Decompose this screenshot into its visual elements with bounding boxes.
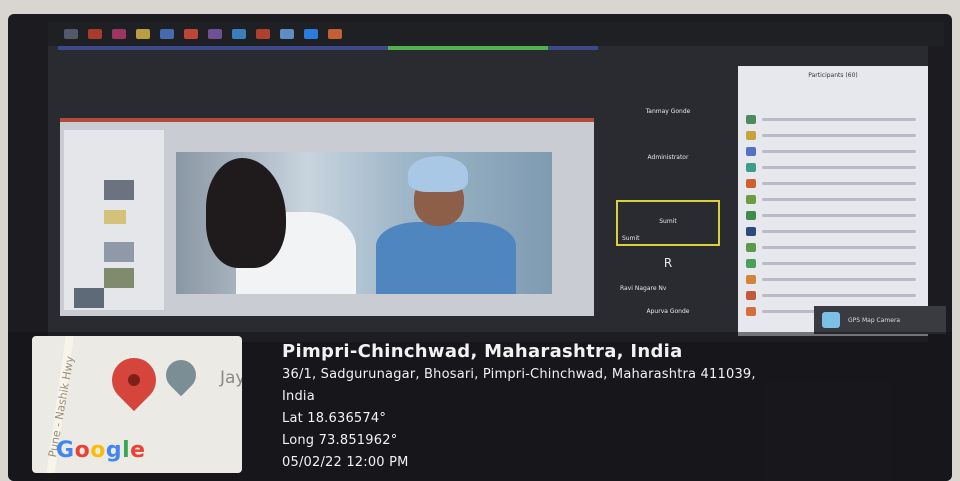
slide-image xyxy=(176,152,552,294)
map-thumbnail: Pune - Nashik Hwy Jay Google xyxy=(32,336,242,473)
tile-caption: Sumit xyxy=(622,235,640,242)
tile-participant-name: Apurva Gonde xyxy=(646,308,690,315)
participant-row[interactable] xyxy=(746,226,916,236)
gps-camera-icon xyxy=(822,312,840,328)
participant-name xyxy=(762,293,916,297)
participant-name xyxy=(762,277,916,281)
meeting-screen: Tanmay Gonde Administrator Sumit Sumit R… xyxy=(48,22,944,342)
app-icon[interactable] xyxy=(328,29,342,39)
avatar xyxy=(746,146,756,156)
slide-thumbnail[interactable] xyxy=(104,268,134,288)
participant-row[interactable] xyxy=(746,178,916,188)
place-marker-icon xyxy=(159,353,203,397)
video-gallery: Tanmay Gonde Administrator Sumit Sumit R… xyxy=(616,92,720,332)
participant-name xyxy=(762,213,916,217)
avatar xyxy=(746,178,756,188)
participants-panel: Participants (60) xyxy=(738,66,928,336)
avatar xyxy=(746,242,756,252)
participant-row[interactable] xyxy=(746,194,916,204)
participant-name xyxy=(762,149,916,153)
taskbar xyxy=(48,22,944,46)
tile-participant-name: Administrator xyxy=(647,154,689,161)
app-icon[interactable] xyxy=(208,29,222,39)
participant-row[interactable] xyxy=(746,274,916,284)
participant-row[interactable] xyxy=(746,258,916,268)
doctor-hair xyxy=(206,158,286,268)
app-icon[interactable] xyxy=(160,29,174,39)
participant-row[interactable] xyxy=(746,210,916,220)
avatar xyxy=(746,226,756,236)
tile-participant-name: Sumit xyxy=(659,218,677,225)
app-icon[interactable] xyxy=(184,29,198,39)
avatar xyxy=(746,210,756,220)
participant-row[interactable] xyxy=(746,290,916,300)
video-tile[interactable]: Administrator xyxy=(616,138,720,184)
slide-thumbnail[interactable] xyxy=(74,288,104,308)
slide-thumbnail[interactable] xyxy=(104,180,134,200)
sharing-indicator xyxy=(388,46,548,50)
slide-thumbnail[interactable] xyxy=(104,210,126,224)
video-tile[interactable]: Tanmay Gonde xyxy=(616,92,720,138)
avatar-initial: R xyxy=(663,256,673,270)
longitude: Long 73.851962° xyxy=(282,433,398,448)
avatar xyxy=(746,162,756,172)
slide-caption xyxy=(186,258,366,282)
latitude: Lat 18.636574° xyxy=(282,411,387,426)
address-country: India xyxy=(282,389,315,404)
gps-camera-label: GPS Map Camera xyxy=(848,316,901,324)
participants-title: Participants (60) xyxy=(808,72,858,79)
app-icon[interactable] xyxy=(280,29,294,39)
participant-row[interactable] xyxy=(746,146,916,156)
participant-row[interactable] xyxy=(746,242,916,252)
participant-name xyxy=(762,261,916,265)
avatar xyxy=(746,194,756,204)
shared-presentation xyxy=(60,118,594,316)
powerpoint-icon[interactable] xyxy=(256,29,270,39)
avatar xyxy=(746,130,756,140)
address-line: 36/1, Sadgurunagar, Bhosari, Pimpri-Chin… xyxy=(282,367,756,382)
slide-thumbnail[interactable] xyxy=(104,242,134,262)
app-icon[interactable] xyxy=(232,29,246,39)
zoom-icon[interactable] xyxy=(304,29,318,39)
tile-caption: Ravi Nagare Nv xyxy=(620,285,667,292)
avatar xyxy=(746,114,756,124)
participant-name xyxy=(762,245,916,249)
app-icon[interactable] xyxy=(112,29,126,39)
participant-name xyxy=(762,165,916,169)
participant-name xyxy=(762,117,916,121)
participant-name xyxy=(762,133,916,137)
avatar xyxy=(746,274,756,284)
participant-row[interactable] xyxy=(746,130,916,140)
location-info: Pimpri-Chinchwad, Maharashtra, India 36/… xyxy=(282,340,756,474)
gps-camera-badge: GPS Map Camera xyxy=(814,306,946,334)
slide-thumbnails-pane[interactable] xyxy=(64,130,164,310)
patient-cap xyxy=(408,156,468,192)
avatar xyxy=(746,306,756,316)
map-place-label: Jay xyxy=(220,368,242,388)
patient-figure xyxy=(376,222,516,294)
map-pin-center xyxy=(128,374,140,386)
timestamp: 05/02/22 12:00 PM xyxy=(282,455,409,470)
video-tile[interactable]: R Ravi Nagare Nv xyxy=(616,248,720,294)
participant-row[interactable] xyxy=(746,114,916,124)
participant-name xyxy=(762,229,916,233)
google-logo: Google xyxy=(56,438,146,463)
folder-icon[interactable] xyxy=(136,29,150,39)
avatar xyxy=(746,290,756,300)
app-icon[interactable] xyxy=(88,29,102,39)
participant-name xyxy=(762,181,916,185)
participant-row[interactable] xyxy=(746,162,916,172)
location-title: Pimpri-Chinchwad, Maharashtra, India xyxy=(282,341,683,362)
participant-name xyxy=(762,197,916,201)
tile-participant-name: Tanmay Gonde xyxy=(645,108,691,115)
avatar xyxy=(746,258,756,268)
active-speaker-tile[interactable]: Sumit Sumit xyxy=(616,200,720,246)
app-icon[interactable] xyxy=(64,29,78,39)
